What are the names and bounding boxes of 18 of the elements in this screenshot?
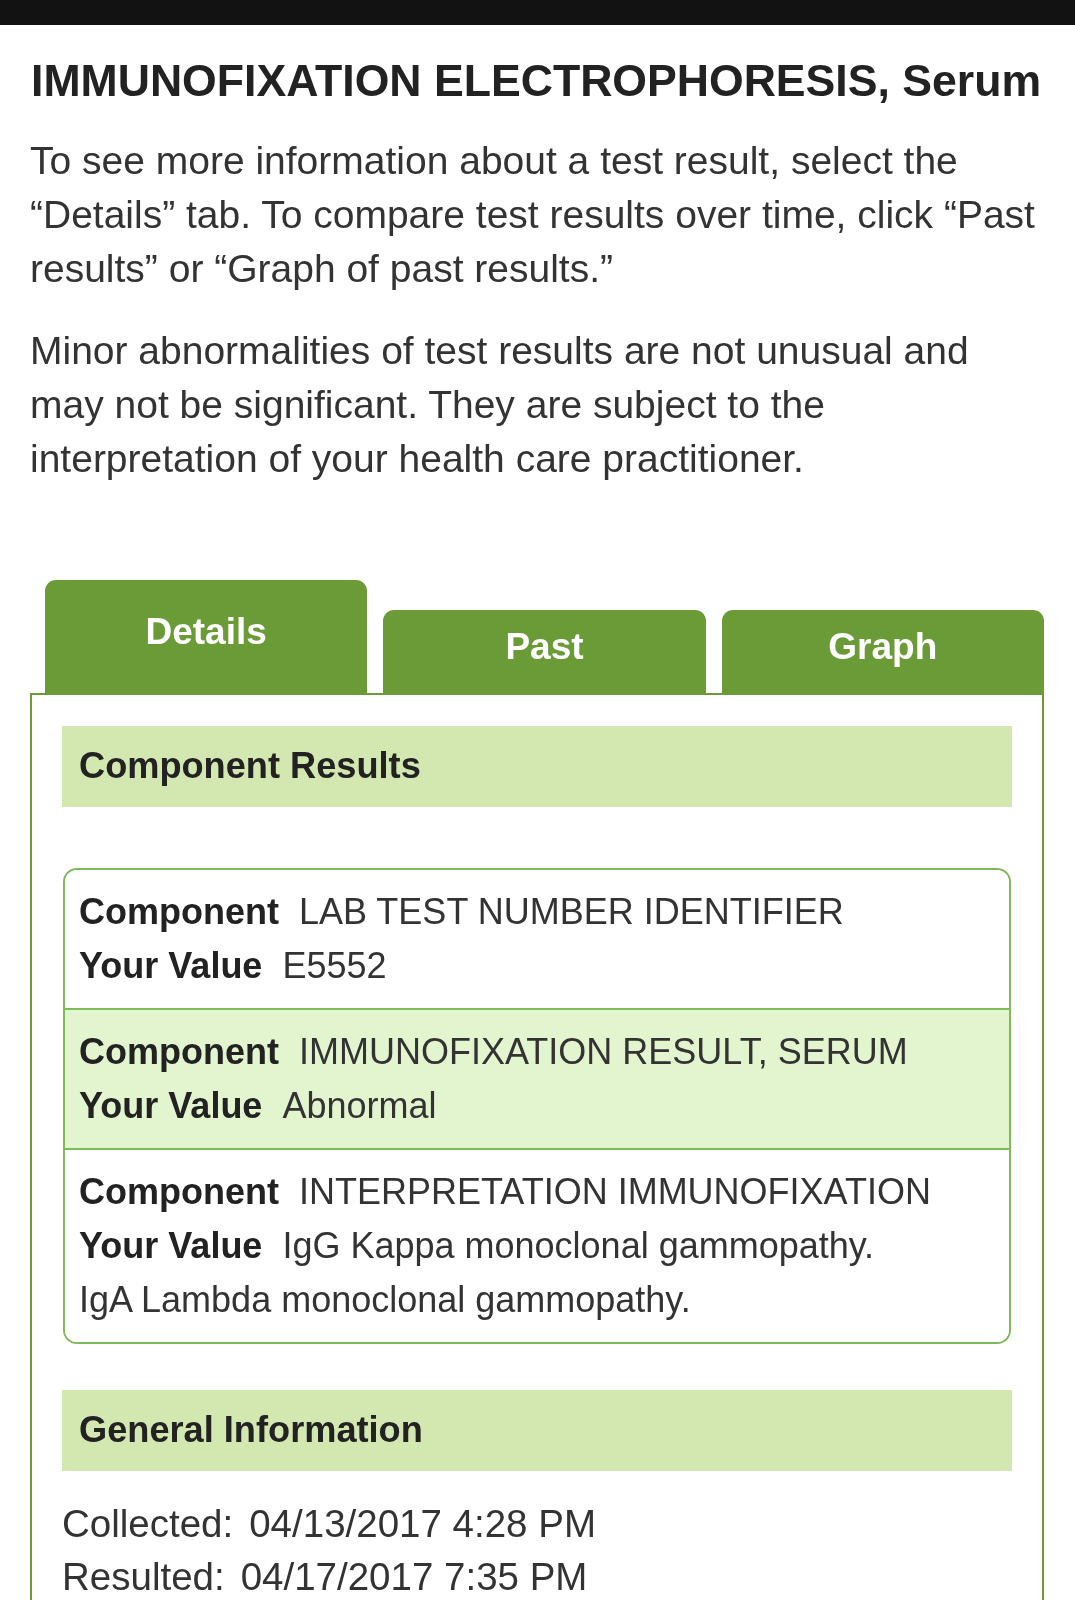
result-field: Component LAB TEST NUMBER IDENTIFIER: [79, 885, 995, 939]
info-label: Collected:: [62, 1501, 234, 1547]
section-heading: General Information: [62, 1390, 1012, 1471]
result-field: Your Value Abnormal: [79, 1079, 995, 1133]
info-label: Resulted:: [62, 1554, 225, 1600]
result-field: Your Value E5552: [79, 939, 995, 993]
tab[interactable]: Graph: [721, 610, 1044, 693]
result-field: Component INTERPRETATION IMMUNOFIXATION: [79, 1165, 995, 1219]
tab[interactable]: Details: [45, 580, 368, 693]
result-field: Component IMMUNOFIXATION RESULT, SERUM: [79, 1025, 995, 1079]
result-field: Your Value IgG Kappa monoclonal gammopathy. IgA Lambda monoclonal gammopathy.: [79, 1219, 995, 1327]
intro-paragraph: Minor abnormalities of test results are not unusual and may not be significant. They are subject to the interpretation of your health care practitioner.: [30, 328, 970, 482]
intro-paragraph: To see more information about a test result, select the “Details” tab. To compare test results over time, click “Past results” or “Graph of past results.”: [30, 138, 1036, 292]
info-value: 04/17/2017 7:35 PM: [240, 1554, 588, 1600]
info-value: 04/13/2017 4:28 PM: [249, 1501, 596, 1547]
section-heading: Component Results: [62, 726, 1012, 807]
tab[interactable]: Past: [383, 610, 706, 693]
page-title: IMMUNOFIXATION ELECTROPHORESIS, Serum: [31, 55, 1043, 107]
